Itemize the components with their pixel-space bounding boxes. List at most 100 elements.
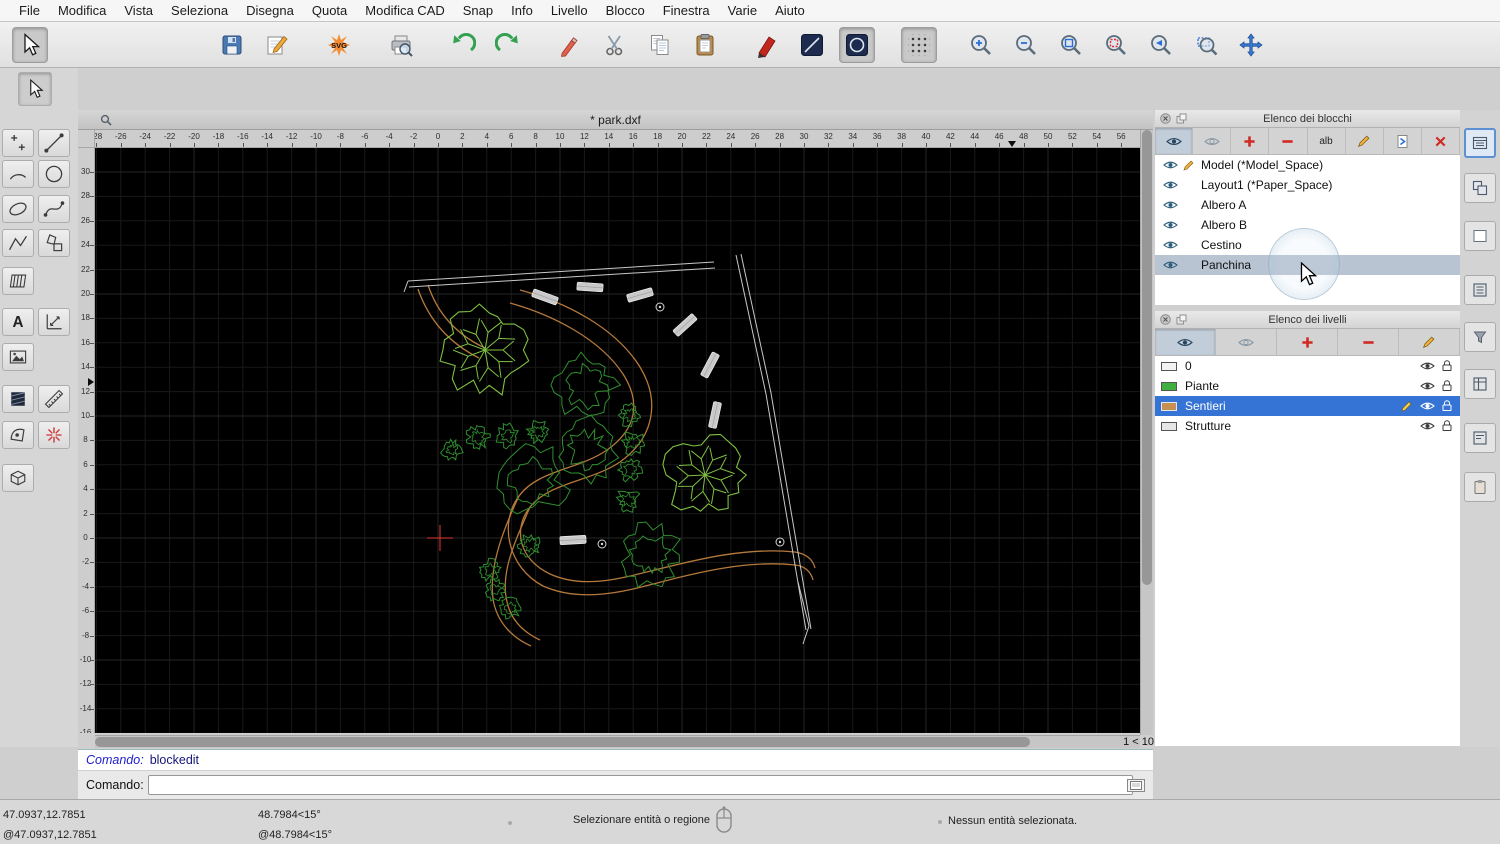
menu-quota[interactable]: Quota (303, 3, 356, 18)
rename-block-button[interactable]: alb (1308, 128, 1346, 154)
visibility-eye-icon[interactable] (1163, 180, 1178, 190)
close-panel-icon[interactable] (1160, 113, 1171, 124)
visibility-eye-icon[interactable] (1163, 260, 1178, 270)
lock-icon[interactable] (1442, 400, 1452, 412)
horizontal-scroll-thumb[interactable] (95, 737, 1030, 747)
arc-tool-button[interactable] (2, 160, 34, 188)
vertical-scroll-thumb[interactable] (1142, 130, 1152, 585)
menu-seleziona[interactable]: Seleziona (162, 3, 237, 18)
polygon-tool-button[interactable] (38, 229, 70, 257)
detach-panel-icon[interactable] (1176, 113, 1187, 124)
menu-info[interactable]: Info (502, 3, 542, 18)
block-row[interactable]: Albero A (1155, 195, 1460, 215)
add-block-button[interactable] (1231, 128, 1270, 154)
circle-tool-button[interactable] (839, 26, 875, 63)
horizontal-scrollbar[interactable] (95, 735, 1140, 748)
remove-block-button[interactable] (1269, 128, 1308, 154)
measure-tool-button[interactable] (38, 385, 70, 413)
menu-aiuto[interactable]: Aiuto (766, 3, 814, 18)
lock-icon[interactable] (1442, 420, 1452, 432)
spline-tool-button[interactable] (38, 195, 70, 223)
ellipse-tool-button[interactable] (2, 195, 34, 223)
menu-blocco[interactable]: Blocco (597, 3, 654, 18)
redo-button[interactable] (490, 27, 526, 63)
line-attributes-button[interactable] (794, 27, 830, 63)
menu-file[interactable]: File (10, 3, 49, 18)
menu-snap[interactable]: Snap (454, 3, 502, 18)
save-button[interactable] (214, 27, 250, 63)
menu-modifica-cad[interactable]: Modifica CAD (356, 3, 453, 18)
delete-button[interactable] (552, 27, 588, 63)
zoom-out-button[interactable] (1008, 27, 1044, 63)
visibility-eye-icon[interactable] (1420, 401, 1435, 411)
edit-layer-button[interactable] (1399, 329, 1460, 355)
detach-panel-icon[interactable] (1176, 314, 1187, 325)
visibility-eye-icon[interactable] (1420, 361, 1435, 371)
grid-toggle-button[interactable] (901, 26, 937, 63)
visibility-eye-icon[interactable] (1163, 220, 1178, 230)
layer-row[interactable]: Strutture (1155, 416, 1460, 436)
cut-button[interactable] (597, 27, 633, 63)
polyline-tool-button[interactable] (2, 229, 34, 257)
text-tool-button[interactable]: A (2, 308, 34, 336)
visibility-eye-icon[interactable] (1420, 421, 1435, 431)
undo-button[interactable] (445, 27, 481, 63)
properties-dock-toggle[interactable] (1464, 423, 1496, 453)
palette-select-button[interactable] (18, 72, 52, 106)
block-row[interactable]: Panchina (1155, 255, 1460, 275)
print-preview-button[interactable] (383, 27, 419, 63)
menu-disegna[interactable]: Disegna (237, 3, 303, 18)
library-dock-toggle[interactable] (1464, 173, 1496, 203)
lock-icon[interactable] (1442, 380, 1452, 392)
lock-icon[interactable] (1442, 360, 1452, 372)
command-input[interactable] (148, 775, 1133, 795)
block-row[interactable]: Albero B (1155, 215, 1460, 235)
hatch-region-tool-button[interactable] (2, 267, 34, 295)
menu-vista[interactable]: Vista (115, 3, 162, 18)
menu-livello[interactable]: Livello (542, 3, 597, 18)
layer-row[interactable]: Sentieri (1155, 396, 1460, 416)
pan-button[interactable] (1233, 27, 1269, 63)
fill-tool-button[interactable] (2, 385, 34, 413)
remove-layer-button[interactable] (1338, 329, 1399, 355)
blank-dock-toggle[interactable] (1464, 221, 1496, 251)
menu-finestra[interactable]: Finestra (654, 3, 719, 18)
edit-block-button[interactable] (1346, 128, 1384, 154)
vertical-scrollbar[interactable] (1140, 130, 1153, 735)
close-panel-icon[interactable] (1160, 314, 1171, 325)
blocks-dock-toggle[interactable] (1464, 128, 1496, 158)
dimension-tool-button[interactable] (38, 308, 70, 336)
show-all-blocks-button[interactable] (1155, 128, 1194, 154)
zoom-in-button[interactable] (963, 27, 999, 63)
zoom-selection-button[interactable] (1098, 27, 1134, 63)
zoom-window-button[interactable] (1188, 27, 1224, 63)
zoom-auto-button[interactable] (1053, 27, 1089, 63)
block-row[interactable]: Model (*Model_Space) (1155, 155, 1460, 175)
points-tool-button[interactable] (2, 129, 34, 157)
insert-block-button[interactable] (1384, 128, 1422, 154)
visibility-eye-icon[interactable] (1163, 240, 1178, 250)
line-tool-button[interactable] (38, 129, 70, 157)
menu-modifica[interactable]: Modifica (49, 3, 115, 18)
zoom-previous-button[interactable] (1143, 27, 1179, 63)
hide-all-blocks-button[interactable] (1193, 128, 1232, 154)
visibility-eye-icon[interactable] (1163, 160, 1178, 170)
select-tool-button[interactable] (12, 26, 48, 63)
block-row[interactable]: Layout1 (*Paper_Space) (1155, 175, 1460, 195)
hide-all-layers-button[interactable] (1216, 329, 1277, 355)
box3d-tool-button[interactable] (2, 464, 34, 492)
svg-export-button[interactable]: SVG (321, 27, 357, 63)
list-dock-toggle[interactable] (1464, 275, 1496, 305)
visibility-eye-icon[interactable] (1163, 200, 1178, 210)
layer-row[interactable]: 0 (1155, 356, 1460, 376)
copy-button[interactable] (642, 27, 678, 63)
filter-dock-toggle[interactable] (1464, 322, 1496, 352)
pen-attributes-button[interactable] (749, 27, 785, 63)
visibility-eye-icon[interactable] (1420, 381, 1435, 391)
clipboard-dock-toggle[interactable] (1464, 472, 1496, 502)
delete-block-button[interactable] (1422, 128, 1460, 154)
block-row[interactable]: Cestino (1155, 235, 1460, 255)
image-tool-button[interactable] (2, 343, 34, 371)
layer-row[interactable]: Piante (1155, 376, 1460, 396)
edit-drawing-button[interactable] (259, 27, 295, 63)
